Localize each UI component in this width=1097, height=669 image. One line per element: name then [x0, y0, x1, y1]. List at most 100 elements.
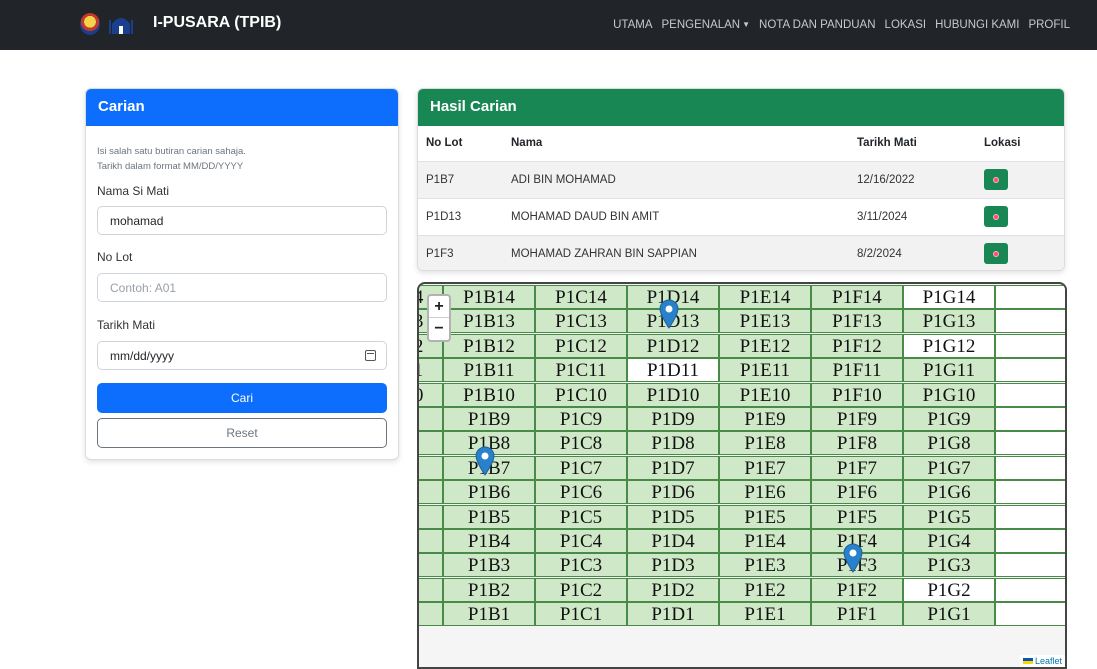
plot-cell[interactable]: P1B1	[443, 602, 535, 627]
plot-cell[interactable]: P1C6	[535, 480, 627, 505]
plot-cell[interactable]: P1G4	[903, 529, 995, 553]
plot-cell[interactable]: P1E8	[719, 431, 811, 456]
plot-cell[interactable]: P1A7	[419, 455, 443, 480]
plot-cell[interactable]: P1A9	[419, 407, 443, 431]
plot-cell[interactable]: P1E9	[719, 407, 811, 431]
map-marker-icon[interactable]	[843, 543, 863, 574]
plot-cell[interactable]: P1D12	[627, 333, 719, 358]
plot-cell[interactable]: P1D8	[627, 431, 719, 456]
plot-cell[interactable]: P1B5	[443, 504, 535, 529]
plot-cell[interactable]: P1B10	[443, 382, 535, 407]
plot-cell[interactable]: P1D11	[627, 358, 719, 383]
lot-input[interactable]: Contoh: A01	[97, 273, 387, 302]
date-input[interactable]: mm/dd/yyyy	[97, 341, 387, 370]
plot-cell[interactable]: P1A3	[419, 553, 443, 578]
plot-cell[interactable]: P1E13	[719, 309, 811, 334]
plot-cell[interactable]: P1A4	[419, 529, 443, 553]
plot-map[interactable]: P1A14P1B14P1C14P1D14P1E14P1F14P1G14P1A13…	[417, 282, 1067, 669]
zoom-in-button[interactable]: +	[429, 296, 449, 318]
plot-cell[interactable]: P1C13	[535, 309, 627, 334]
plot-cell[interactable]: P1G10	[903, 382, 995, 407]
plot-cell[interactable]: P1B11	[443, 358, 535, 383]
plot-cell[interactable]: P1D4	[627, 529, 719, 553]
plot-cell[interactable]: P1C14	[535, 285, 627, 309]
plot-cell[interactable]: P1C10	[535, 382, 627, 407]
plot-cell[interactable]: P1G6	[903, 480, 995, 505]
plot-cell[interactable]: P1G13	[903, 309, 995, 334]
nav-hubungi-kami[interactable]: HUBUNGI KAMI	[935, 19, 1019, 31]
plot-cell[interactable]: P1C12	[535, 333, 627, 358]
plot-cell[interactable]: P1C1	[535, 602, 627, 627]
plot-cell[interactable]: P1A6	[419, 480, 443, 505]
plot-cell[interactable]: P1D3	[627, 553, 719, 578]
plot-cell[interactable]: P1F1	[811, 602, 903, 627]
nav-nota-panduan[interactable]: NOTA DAN PANDUAN	[759, 19, 876, 31]
plot-cell[interactable]: P1F10	[811, 382, 903, 407]
plot-cell[interactable]: P1E14	[719, 285, 811, 309]
plot-cell[interactable]: P1G11	[903, 358, 995, 383]
plot-cell[interactable]: P1D5	[627, 504, 719, 529]
leaflet-link[interactable]: Leaflet	[1035, 656, 1062, 666]
plot-cell[interactable]: P1D2	[627, 577, 719, 602]
plot-cell[interactable]: P1F8	[811, 431, 903, 456]
plot-cell[interactable]: P1G2	[903, 577, 995, 602]
plot-cell[interactable]: P1E1	[719, 602, 811, 627]
plot-cell[interactable]: P1A11	[419, 358, 443, 383]
plot-cell[interactable]: P1F11	[811, 358, 903, 383]
plot-cell[interactable]: P1D9	[627, 407, 719, 431]
location-pin-button[interactable]	[984, 243, 1008, 264]
nav-lokasi[interactable]: LOKASI	[885, 19, 927, 31]
plot-cell[interactable]: P1F14	[811, 285, 903, 309]
plot-cell[interactable]: P1B4	[443, 529, 535, 553]
plot-cell[interactable]: P1B14	[443, 285, 535, 309]
plot-cell[interactable]: P1A10	[419, 382, 443, 407]
plot-cell[interactable]: P1D10	[627, 382, 719, 407]
plot-cell[interactable]: P1F6	[811, 480, 903, 505]
plot-cell[interactable]: P1G8	[903, 431, 995, 456]
plot-cell[interactable]: P1G7	[903, 455, 995, 480]
plot-cell[interactable]: P1G12	[903, 333, 995, 358]
plot-cell[interactable]: P1B12	[443, 333, 535, 358]
map-marker-icon[interactable]	[659, 299, 679, 330]
location-pin-button[interactable]	[984, 206, 1008, 227]
plot-cell[interactable]: P1F5	[811, 504, 903, 529]
plot-cell[interactable]: P1B3	[443, 553, 535, 578]
plot-cell[interactable]: P1C4	[535, 529, 627, 553]
plot-cell[interactable]: P1C8	[535, 431, 627, 456]
plot-cell[interactable]: P1G5	[903, 504, 995, 529]
name-input[interactable]: mohamad	[97, 206, 387, 235]
map-attribution[interactable]: Leaflet	[1019, 655, 1065, 667]
plot-cell[interactable]: P1C3	[535, 553, 627, 578]
plot-cell[interactable]: P1A8	[419, 431, 443, 456]
plot-cell[interactable]: P1C5	[535, 504, 627, 529]
plot-cell[interactable]: P1E5	[719, 504, 811, 529]
plot-cell[interactable]: P1G3	[903, 553, 995, 578]
plot-cell[interactable]: P1E2	[719, 577, 811, 602]
calendar-icon[interactable]	[365, 350, 376, 361]
plot-cell[interactable]: P1C9	[535, 407, 627, 431]
plot-cell[interactable]: P1C7	[535, 455, 627, 480]
plot-cell[interactable]: P1B13	[443, 309, 535, 334]
plot-cell[interactable]: P1D7	[627, 455, 719, 480]
plot-cell[interactable]: P1F9	[811, 407, 903, 431]
nav-pengenalan[interactable]: PENGENALAN ▼	[662, 19, 751, 31]
plot-cell[interactable]: P1F2	[811, 577, 903, 602]
plot-cell[interactable]: P1G14	[903, 285, 995, 309]
plot-cell[interactable]: P1B2	[443, 577, 535, 602]
plot-cell[interactable]: P1D6	[627, 480, 719, 505]
plot-cell[interactable]: P1F12	[811, 333, 903, 358]
reset-button[interactable]: Reset	[97, 418, 387, 448]
plot-cell[interactable]: P1E7	[719, 455, 811, 480]
plot-cell[interactable]: P1C11	[535, 358, 627, 383]
map-marker-icon[interactable]	[475, 446, 495, 476]
plot-cell[interactable]: P1E12	[719, 333, 811, 358]
plot-cell[interactable]: P1E4	[719, 529, 811, 553]
plot-cell[interactable]: P1E10	[719, 382, 811, 407]
nav-profil[interactable]: PROFIL	[1028, 19, 1070, 31]
zoom-out-button[interactable]: −	[429, 318, 449, 340]
brand-logos[interactable]	[80, 12, 134, 36]
search-button[interactable]: Cari	[97, 383, 387, 413]
plot-cell[interactable]: P1D1	[627, 602, 719, 627]
brand-title[interactable]: I-PUSARA (TPIB)	[153, 14, 281, 32]
plot-cell[interactable]: P1F7	[811, 455, 903, 480]
